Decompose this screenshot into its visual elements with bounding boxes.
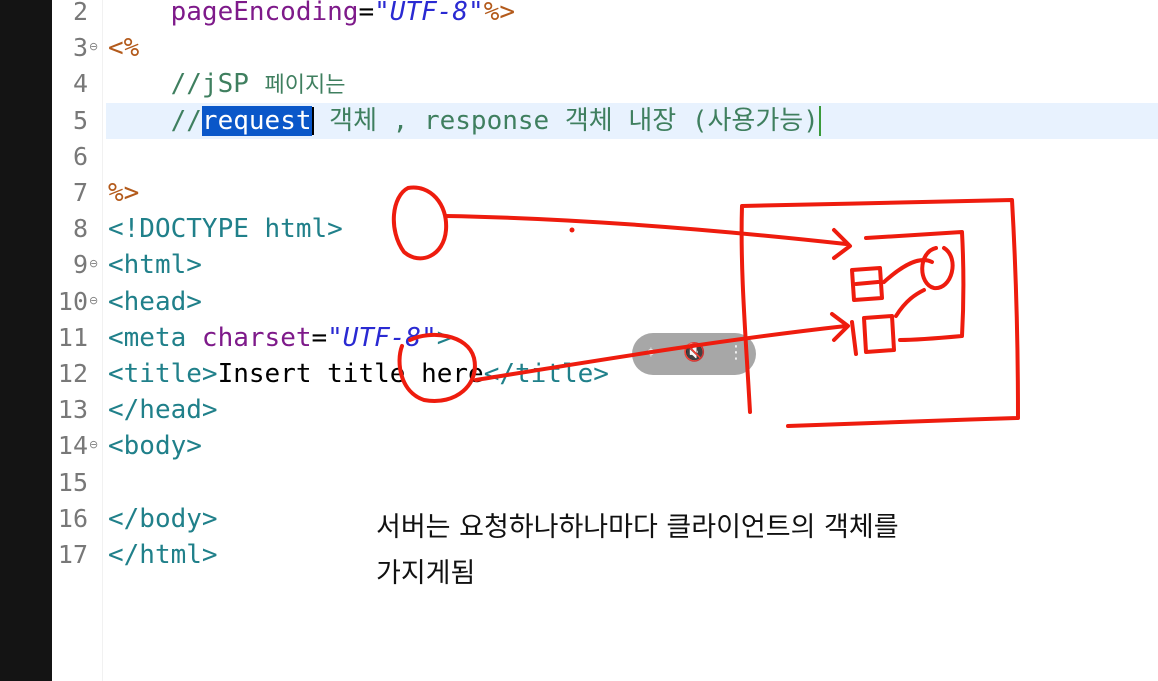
- code-text[interactable]: //request 객체 , response 객체 내장 (사용가능): [108, 103, 821, 139]
- line-number: 17: [57, 540, 88, 569]
- lecture-caption: 서버는 요청하나하나마다 클라이언트의 객체를 가지게됨: [376, 505, 1016, 597]
- line-number: 6: [72, 141, 88, 171]
- code-token: </html>: [108, 540, 218, 570]
- code-token: <html>: [108, 250, 202, 281]
- code-line[interactable]: 6: [52, 139, 1158, 175]
- left-dark-margin: [0, 0, 52, 681]
- code-token: >: [436, 322, 453, 353]
- code-line[interactable]: 3 ⊖ <%: [52, 30, 1158, 66]
- code-token: <meta: [108, 322, 202, 353]
- line-number: 13: [57, 395, 88, 425]
- code-text[interactable]: <%: [108, 30, 139, 66]
- code-token: pageEncoding: [108, 0, 359, 27]
- code-token: "UTF-8": [374, 0, 484, 27]
- code-text[interactable]: %>: [108, 175, 139, 211]
- more-vertical-icon[interactable]: ⋮: [725, 342, 747, 364]
- text-caret: [818, 106, 821, 137]
- code-token: </title>: [483, 359, 609, 389]
- code-text[interactable]: <head>: [108, 284, 202, 320]
- line-number: 15: [57, 467, 88, 497]
- code-line[interactable]: 9 ⊖ <html>: [52, 247, 1158, 283]
- code-token: =: [311, 322, 328, 353]
- line-number: 12: [57, 359, 88, 388]
- code-token: 객체 , response 객체 내장 (사용가능): [313, 105, 819, 136]
- code-line[interactable]: 13 </head>: [52, 392, 1158, 428]
- code-line[interactable]: 15: [52, 465, 1158, 501]
- code-line[interactable]: 10 ⊖ <head>: [52, 284, 1158, 320]
- line-number: 10: [57, 286, 88, 316]
- video-overlay-controls[interactable]: ⌖ 🔇 ⋮: [632, 333, 756, 375]
- code-token: <title>: [108, 359, 218, 389]
- code-text[interactable]: <title>Insert title here</title>: [108, 356, 609, 392]
- fold-toggle-icon[interactable]: ⊖: [89, 41, 100, 52]
- code-token: //jSP: [108, 69, 265, 100]
- code-line[interactable]: 5 //request 객체 , response 객체 내장 (사용가능): [52, 103, 1158, 139]
- pin-off-icon[interactable]: ⌖: [640, 342, 662, 364]
- code-token: %>: [483, 0, 515, 27]
- caption-line-1: 서버는 요청하나하나마다 클라이언트의 객체를: [376, 512, 899, 543]
- code-token: "UTF-8": [327, 322, 437, 353]
- code-text[interactable]: </body>: [108, 501, 218, 537]
- line-number: 14: [57, 431, 88, 461]
- line-number: 7: [72, 178, 88, 207]
- line-number: 3: [72, 33, 88, 63]
- code-line[interactable]: 12 <title>Insert title here</title>: [52, 356, 1158, 392]
- code-token: =: [358, 0, 375, 27]
- fold-toggle-icon[interactable]: ⊖: [89, 295, 100, 306]
- code-token: Insert title here: [217, 359, 484, 389]
- line-number: 8: [72, 214, 88, 244]
- code-text[interactable]: <html>: [108, 247, 202, 283]
- code-token: </head>: [108, 395, 218, 426]
- code-token: <!DOCTYPE html>: [108, 214, 343, 245]
- line-number: 11: [57, 322, 88, 352]
- line-number: 16: [57, 503, 88, 533]
- code-token: %>: [108, 178, 140, 208]
- line-number: 9: [72, 250, 88, 280]
- code-line[interactable]: 8 <!DOCTYPE html>: [52, 211, 1158, 247]
- caption-line-2: 가지게됨: [376, 558, 476, 589]
- code-token: request: [201, 105, 312, 136]
- code-text[interactable]: pageEncoding="UTF-8"%>: [108, 0, 515, 30]
- code-token: <%: [108, 33, 140, 64]
- code-text[interactable]: <body>: [108, 428, 202, 464]
- fold-toggle-icon[interactable]: ⊖: [89, 439, 100, 450]
- code-line[interactable]: 4 //jSP 페이지는: [52, 66, 1158, 102]
- code-token: //: [108, 105, 202, 136]
- code-token: charset: [201, 322, 312, 353]
- code-line[interactable]: 7 %>: [52, 175, 1158, 211]
- code-token: </body>: [108, 503, 218, 534]
- line-number: 4: [72, 69, 88, 99]
- fold-toggle-icon[interactable]: ⊖: [89, 258, 100, 269]
- line-number: 5: [72, 105, 88, 135]
- code-line[interactable]: 14 ⊖ <body>: [52, 428, 1158, 464]
- code-text[interactable]: </head>: [108, 392, 218, 428]
- code-text[interactable]: </html>: [108, 537, 218, 573]
- volume-muted-icon[interactable]: 🔇: [683, 342, 705, 364]
- line-number: 2: [72, 0, 88, 26]
- code-text[interactable]: <meta charset="UTF-8">: [108, 320, 452, 356]
- code-line[interactable]: 11 <meta charset="UTF-8">: [52, 320, 1158, 356]
- code-text[interactable]: //jSP 페이지는: [108, 66, 346, 104]
- code-token: 페이지는: [264, 73, 346, 99]
- code-token: <body>: [108, 431, 202, 462]
- code-text[interactable]: <!DOCTYPE html>: [108, 211, 343, 247]
- code-token: <head>: [108, 286, 202, 317]
- code-line[interactable]: 2 pageEncoding="UTF-8"%>: [52, 0, 1158, 30]
